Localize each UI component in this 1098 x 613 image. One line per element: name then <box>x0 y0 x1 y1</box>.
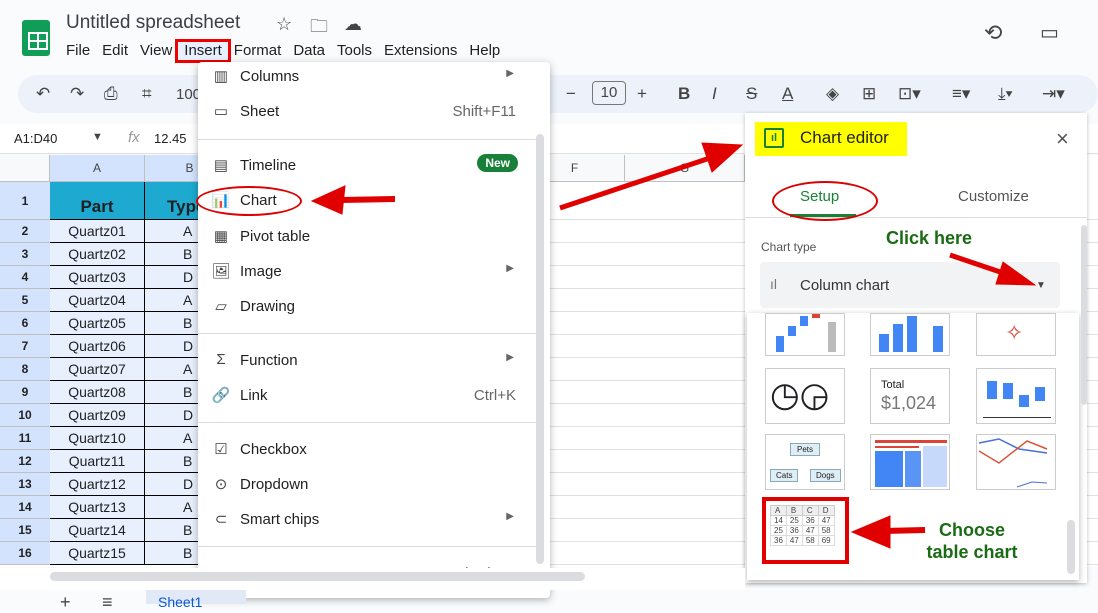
arrow-to-table <box>850 515 926 549</box>
choose-annotation: Choose table chart <box>920 519 1024 563</box>
choose-line1: Choose <box>938 520 1005 540</box>
arrow-to-chart <box>310 185 396 215</box>
annotation-arrows <box>310 142 1037 549</box>
choose-line2: table chart <box>926 542 1018 562</box>
click-here-annotation: Click here <box>886 228 973 248</box>
arrow-to-editor <box>559 142 744 211</box>
arrow-to-dropdown <box>949 252 1037 286</box>
